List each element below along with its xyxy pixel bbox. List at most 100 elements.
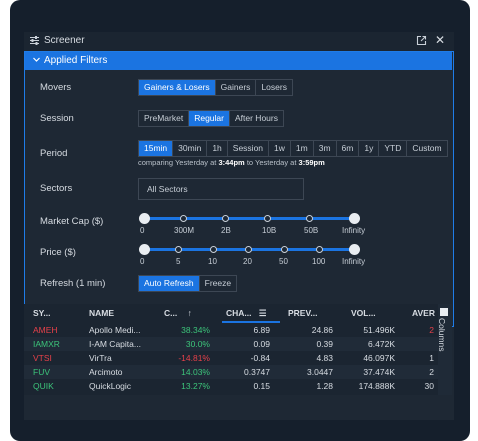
popout-icon[interactable]	[416, 35, 427, 49]
cell-prev: 3.0447	[307, 367, 333, 377]
cell-name: QuickLogic	[89, 381, 132, 391]
period-option-custom[interactable]: Custom	[407, 141, 446, 156]
column-header-avg[interactable]: AVER	[412, 308, 435, 318]
period-label: Period	[40, 148, 68, 159]
applied-filters-header[interactable]: Applied Filters	[25, 52, 452, 70]
period-option-session[interactable]: Session	[228, 141, 270, 156]
cell-volume: 174.888K	[358, 381, 395, 391]
cell-name: I-AM Capita...	[89, 339, 141, 349]
price-tick	[175, 246, 182, 253]
price-slider[interactable]: 0 5 10 20 50 100 Infinity	[139, 244, 365, 278]
column-header-change[interactable]: CHA... ☰	[226, 308, 267, 319]
market-cap-tick	[180, 215, 187, 222]
hamburger-icon[interactable]: ☰	[259, 308, 267, 318]
table-row[interactable]: IAMXR I-AM Capita... 30.0% 0.09 0.39 6.4…	[24, 337, 438, 351]
price-tick-label: 0	[140, 257, 145, 266]
column-header-change-label: CHA...	[226, 308, 252, 318]
sectors-select[interactable]: All Sectors	[138, 178, 304, 200]
movers-option-gainers[interactable]: Gainers	[216, 80, 257, 95]
column-header-change-pct[interactable]: C... ↑	[164, 308, 192, 318]
period-option-3m[interactable]: 3m	[314, 141, 337, 156]
cell-volume: 6.472K	[368, 339, 395, 349]
price-tick-label: Infinity	[342, 257, 366, 266]
period-option-1h[interactable]: 1h	[207, 141, 228, 156]
refresh-label: Refresh (1 min)	[40, 278, 106, 289]
cell-change-pct: 38.34%	[181, 325, 210, 335]
cell-name: VirTra	[89, 353, 112, 363]
column-header-symbol[interactable]: SY...	[33, 308, 50, 318]
table-row[interactable]: AMEH Apollo Medi... 38.34% 6.89 24.86 51…	[24, 323, 438, 337]
columns-panel-handle[interactable]	[440, 308, 448, 316]
session-option-regular[interactable]: Regular	[189, 111, 230, 126]
session-option-after-hours[interactable]: After Hours	[230, 111, 283, 126]
price-label: Price ($)	[40, 247, 76, 258]
cell-change: 0.15	[253, 381, 270, 391]
applied-filters-title: Applied Filters	[44, 55, 108, 66]
market-cap-slider[interactable]: 0 300M 2B 10B 50B Infinity	[139, 213, 365, 247]
period-option-30min[interactable]: 30min	[173, 141, 208, 156]
market-cap-tick-label: 300M	[174, 226, 195, 235]
price-tick	[245, 246, 252, 253]
price-min-handle[interactable]	[139, 244, 150, 255]
movers-label: Movers	[40, 82, 72, 93]
session-option-premarket[interactable]: PreMarket	[139, 111, 190, 126]
cell-change: 6.89	[253, 325, 270, 335]
chevron-down-icon	[32, 55, 41, 67]
market-cap-tick-label: 50B	[304, 226, 319, 235]
column-header-name[interactable]: NAME	[89, 308, 114, 318]
price-tick-label: 20	[243, 257, 252, 266]
cell-change-pct: 14.03%	[181, 367, 210, 377]
price-tick-label: 100	[312, 257, 326, 266]
table-row[interactable]: VTSI VirTra -14.81% -0.84 4.83 46.097K 1	[24, 351, 438, 365]
cell-avg: 1	[429, 353, 434, 363]
refresh-option-auto[interactable]: Auto Refresh	[139, 276, 200, 291]
window-title: Screener	[44, 35, 85, 46]
filter-sliders-icon	[29, 35, 40, 49]
market-cap-tick-label: 2B	[221, 226, 231, 235]
price-max-handle[interactable]	[349, 244, 360, 255]
cell-name: Apollo Medi...	[89, 325, 141, 335]
period-option-ytd[interactable]: YTD	[379, 141, 408, 156]
screener-table: SY... NAME C... ↑ CHA... ☰ PREV... VOL..…	[24, 304, 438, 395]
cell-symbol: AMEH	[33, 325, 58, 335]
cell-avg: 2	[429, 325, 434, 335]
cell-volume: 51.496K	[363, 325, 395, 335]
cell-symbol: QUIK	[33, 381, 54, 391]
column-header-volume[interactable]: VOL...	[351, 308, 376, 318]
period-option-1y[interactable]: 1y	[359, 141, 380, 156]
movers-option-gainers-losers[interactable]: Gainers & Losers	[139, 80, 216, 95]
cell-prev: 4.83	[316, 353, 333, 363]
columns-panel-label: Columns	[437, 318, 447, 352]
comparison-time-from: 3:44pm	[218, 158, 245, 167]
period-comparison-text: comparing Yesterday at 3:44pm to Yesterd…	[138, 158, 325, 167]
cell-prev: 1.28	[316, 381, 333, 391]
period-option-15min[interactable]: 15min	[139, 141, 174, 156]
period-option-1w[interactable]: 1w	[269, 141, 291, 156]
refresh-segmented: Auto Refresh Freeze	[138, 275, 238, 292]
market-cap-max-handle[interactable]	[349, 213, 360, 224]
table-row[interactable]: QUIK QuickLogic 13.27% 0.15 1.28 174.888…	[24, 379, 438, 393]
cell-change-pct: 13.27%	[181, 381, 210, 391]
period-option-1m[interactable]: 1m	[291, 141, 314, 156]
refresh-option-freeze[interactable]: Freeze	[200, 276, 236, 291]
column-header-prev[interactable]: PREV...	[288, 308, 317, 318]
price-tick-label: 10	[208, 257, 217, 266]
market-cap-min-handle[interactable]	[139, 213, 150, 224]
cell-name: Arcimoto	[89, 367, 123, 377]
period-option-6m[interactable]: 6m	[337, 141, 360, 156]
cell-symbol: FUV	[33, 367, 50, 377]
market-cap-tick-label: 0	[140, 226, 145, 235]
close-icon[interactable]: ✕	[435, 33, 445, 47]
sectors-label: Sectors	[40, 183, 73, 194]
cell-symbol: IAMXR	[33, 339, 60, 349]
table-row[interactable]: FUV Arcimoto 14.03% 0.3747 3.0447 37.474…	[24, 365, 438, 379]
price-tick	[210, 246, 217, 253]
columns-side-panel[interactable]: Columns	[437, 304, 452, 395]
cell-change: 0.09	[253, 339, 270, 349]
cell-avg: 30	[424, 381, 434, 391]
comparison-time-to: 3:59pm	[298, 158, 325, 167]
movers-option-losers[interactable]: Losers	[256, 80, 292, 95]
market-cap-tick-label: Infinity	[342, 226, 366, 235]
cell-prev: 0.39	[316, 339, 333, 349]
cell-change: 0.3747	[244, 367, 270, 377]
